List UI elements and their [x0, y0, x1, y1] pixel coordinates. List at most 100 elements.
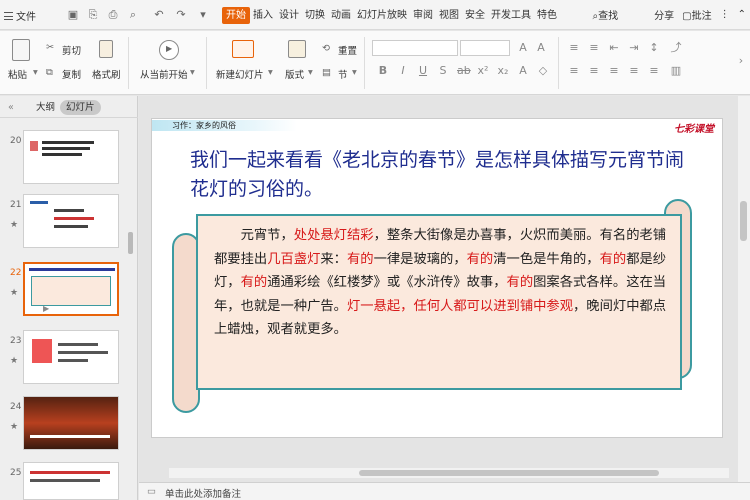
- slide-thumbnail[interactable]: [23, 330, 119, 384]
- tab-animations[interactable]: 动画: [328, 7, 354, 24]
- brush-icon: [99, 40, 113, 58]
- file-menu-button[interactable]: 文件: [4, 7, 36, 24]
- panel-tabs: « 大纲 幻灯片: [0, 96, 138, 118]
- undo-icon[interactable]: ↶: [152, 8, 166, 22]
- ribbon-scroll-right-icon[interactable]: ›: [735, 55, 747, 67]
- collapse-ribbon-icon[interactable]: ⌃: [738, 9, 746, 20]
- horizontal-scroll-thumb[interactable]: [359, 470, 659, 476]
- align-center-icon[interactable]: ≡: [588, 65, 600, 77]
- italic-icon[interactable]: I: [397, 65, 409, 77]
- tab-slideshow[interactable]: 幻灯片放映: [354, 7, 410, 24]
- font-name-combo[interactable]: [372, 40, 458, 56]
- slide-editor: 习作：家乡的风俗 七彩课堂 我们一起来看看《老北京的春节》是怎样具体描写元宵节闹…: [139, 96, 750, 482]
- animation-star-icon: ★: [10, 288, 19, 298]
- slide-number: 20: [10, 136, 22, 146]
- align-right-icon[interactable]: ≡: [608, 65, 620, 77]
- horizontal-scrollbar[interactable]: [169, 468, 729, 478]
- emphasis-text: 处处悬灯结彩: [293, 228, 374, 243]
- bold-icon[interactable]: B: [377, 65, 389, 77]
- tab-home[interactable]: 开始: [222, 7, 250, 24]
- slide-thumbnail-selected[interactable]: ▶: [23, 262, 119, 316]
- hamburger-icon: [4, 11, 13, 20]
- bullet-list-icon[interactable]: ≡: [568, 42, 580, 54]
- line-spacing-icon[interactable]: ↕: [648, 42, 660, 54]
- slide-canvas[interactable]: 习作：家乡的风俗 七彩课堂 我们一起来看看《老北京的春节》是怎样具体描写元宵节闹…: [151, 118, 723, 438]
- scroll-paper: 元宵节，处处悬灯结彩，整条大街像是办喜事，火炽而美丽。有名的老铺都要挂出几百盏灯…: [196, 214, 682, 390]
- more-quick-actions-icon[interactable]: ▾: [196, 8, 210, 22]
- distribute-icon[interactable]: ≡: [648, 65, 660, 77]
- tab-transitions[interactable]: 切换: [302, 7, 328, 24]
- right-tools: ⌕查找 分享 ▢批注 ⋮ ⌃: [593, 7, 746, 22]
- from-current-label: 从当前开始: [140, 70, 188, 81]
- excerpt-paragraph[interactable]: 元宵节，处处悬灯结彩，整条大街像是办喜事，火炽而美丽。有名的老铺都要挂出几百盏灯…: [214, 224, 674, 342]
- comment-icon: ▢: [682, 11, 692, 22]
- text-direction-icon[interactable]: ⤴: [670, 42, 682, 54]
- section-dropdown-icon: ▾: [352, 67, 357, 78]
- tab-outline[interactable]: 大纲: [30, 100, 61, 115]
- comment-label: 批注: [691, 11, 712, 22]
- tab-special[interactable]: 特色: [534, 7, 560, 24]
- slide-headline[interactable]: 我们一起来看看《老北京的春节》是怎样具体描写元宵节闹花灯的习俗的。: [190, 146, 695, 204]
- new-slide-dropdown-icon: ▾: [268, 67, 273, 78]
- tab-security[interactable]: 安全: [462, 7, 488, 24]
- emphasis-text: 几百盏灯: [267, 251, 321, 267]
- save-icon[interactable]: ▣: [66, 8, 80, 22]
- thumb-text-line: [42, 141, 94, 144]
- numbered-list-icon[interactable]: ≡: [588, 42, 600, 54]
- tab-view[interactable]: 视图: [436, 7, 462, 24]
- scroll-textbox[interactable]: 元宵节，处处悬灯结彩，整条大街像是办喜事，火炽而美丽。有名的老铺都要挂出几百盏灯…: [168, 199, 696, 419]
- vertical-scroll-thumb[interactable]: [740, 201, 747, 241]
- reset-icon: ⟲: [322, 43, 330, 54]
- emphasis-text: 灯一悬起，任何人都可以进到铺中参观: [346, 298, 574, 314]
- from-current-dropdown-icon: ▾: [190, 67, 195, 78]
- redo-icon[interactable]: ↷: [174, 8, 188, 22]
- reset-label: 重置: [338, 46, 358, 57]
- paragraph-text: 一律是玻璃的，: [373, 251, 467, 267]
- emphasis-text: 有的: [466, 251, 494, 267]
- tab-developer[interactable]: 开发工具: [488, 7, 534, 24]
- underline-icon[interactable]: U: [417, 65, 429, 77]
- thumb-text-line: [58, 359, 88, 362]
- slide-thumbnail[interactable]: [23, 130, 119, 184]
- tab-insert[interactable]: 插入: [250, 7, 276, 24]
- more-icon[interactable]: ⋮: [720, 9, 730, 20]
- shrink-font-icon[interactable]: A: [535, 42, 547, 54]
- print-icon[interactable]: ⎙: [106, 8, 120, 22]
- grow-font-icon[interactable]: A: [517, 42, 529, 54]
- superscript-icon[interactable]: x²: [477, 65, 489, 77]
- play-thumb-icon: ▶: [43, 304, 50, 313]
- print-preview-icon[interactable]: ⌕: [126, 8, 140, 22]
- comment-button[interactable]: ▢批注: [682, 7, 711, 22]
- clear-format-icon[interactable]: ◇: [537, 65, 549, 77]
- collapse-panel-icon[interactable]: «: [2, 100, 20, 115]
- tab-design[interactable]: 设计: [276, 7, 302, 24]
- file-menu-label: 文件: [16, 12, 36, 23]
- ribbon-divider: [128, 37, 129, 89]
- panel-scrollbar[interactable]: [128, 232, 133, 254]
- tab-slides[interactable]: 幻灯片: [60, 100, 101, 115]
- output-pdf-icon[interactable]: ⎘: [86, 8, 100, 22]
- decrease-indent-icon[interactable]: ⇤: [608, 42, 620, 54]
- vertical-scrollbar[interactable]: [738, 96, 750, 482]
- tab-review[interactable]: 审阅: [410, 7, 436, 24]
- font-color-icon[interactable]: A: [517, 65, 529, 77]
- shadow-text-icon[interactable]: S: [437, 65, 449, 77]
- align-left-icon[interactable]: ≡: [568, 65, 580, 77]
- slide-thumbnail[interactable]: [23, 462, 119, 500]
- paragraph-text: 元宵节，: [214, 228, 294, 243]
- share-button[interactable]: 分享: [654, 7, 674, 22]
- font-size-combo[interactable]: [460, 40, 510, 56]
- justify-icon[interactable]: ≡: [628, 65, 640, 77]
- slide-number: 21: [10, 200, 22, 210]
- subscript-icon[interactable]: x₂: [497, 65, 509, 77]
- slide-thumbnail[interactable]: [23, 194, 119, 248]
- thumb-image: [32, 339, 52, 363]
- strikethrough-icon[interactable]: ab: [457, 65, 471, 77]
- slide-thumbnail[interactable]: [23, 396, 119, 450]
- emphasis-text: 有的: [346, 251, 374, 267]
- columns-icon[interactable]: ▥: [670, 65, 682, 77]
- increase-indent-icon[interactable]: ⇥: [628, 42, 640, 54]
- notes-pane[interactable]: ▭ 单击此处添加备注: [139, 482, 750, 500]
- search-button[interactable]: ⌕查找: [593, 7, 619, 22]
- thumb-text-line: [30, 479, 100, 482]
